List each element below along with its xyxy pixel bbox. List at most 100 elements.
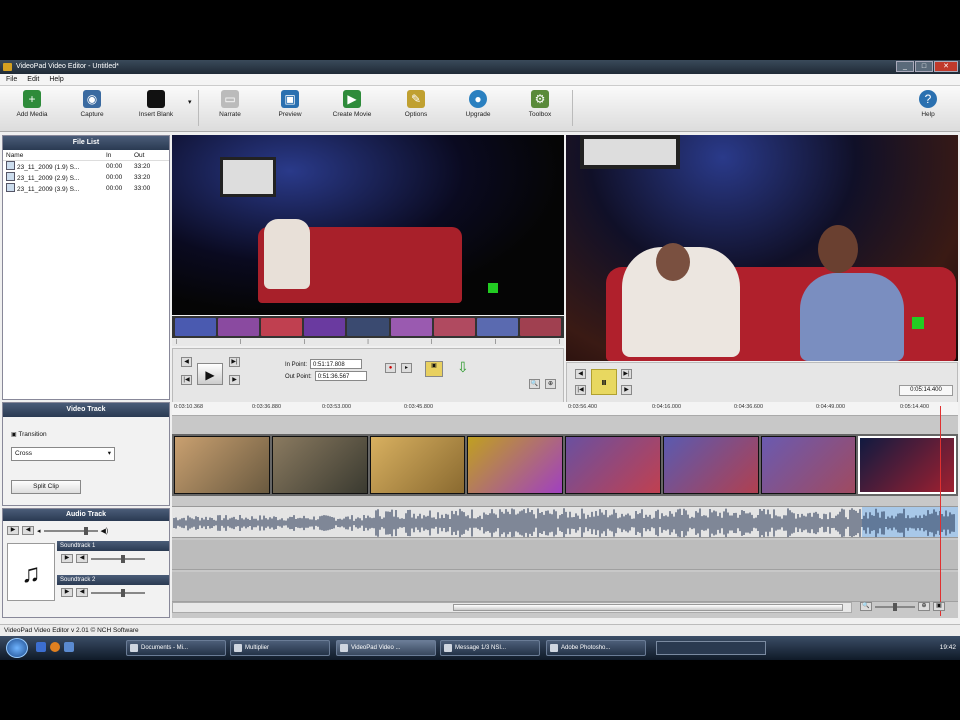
video-clip[interactable] <box>369 436 466 494</box>
timeline-scrollbar[interactable] <box>172 602 852 613</box>
sequence-play-button[interactable]: ⏸ <box>591 369 617 395</box>
film-plus-icon: + <box>23 90 41 108</box>
quicklaunch-icon[interactable] <box>64 642 74 652</box>
sequence-next-button[interactable]: ▶| <box>621 369 632 379</box>
column-out[interactable]: Out <box>134 150 144 160</box>
music-note-icon: ♫ <box>7 543 55 601</box>
camera-icon: ◉ <box>83 90 101 108</box>
zoom-fit-button[interactable]: ▣ <box>933 602 945 611</box>
file-row[interactable]: 23_11_2009 (3.9) S... 00:00 33:00 <box>3 183 169 194</box>
set-tv-screen <box>580 135 680 169</box>
taskbar-item[interactable]: Adobe Photosho... <box>546 640 646 656</box>
soundtrack-1-solo-button[interactable]: ▶ <box>61 554 73 563</box>
clip-start-button[interactable]: ◀ <box>181 357 192 367</box>
start-button[interactable] <box>6 638 28 658</box>
clip-end-button[interactable]: ▶ <box>229 375 240 385</box>
timeline-playhead[interactable] <box>940 406 941 616</box>
quicklaunch-icon[interactable] <box>50 642 60 652</box>
help-button[interactable]: ? Help <box>900 90 956 118</box>
menu-help[interactable]: Help <box>49 74 63 85</box>
sequence-prev-button[interactable]: |◀ <box>575 385 586 395</box>
clip-play-button[interactable]: ▶ <box>197 363 223 385</box>
audio-solo-button[interactable]: ▶ <box>7 526 19 535</box>
video-clip[interactable] <box>662 436 759 494</box>
video-track-clips[interactable] <box>172 434 958 496</box>
split-clip-button[interactable]: Split Clip <box>11 480 81 494</box>
taskbar-item[interactable]: Multiplier <box>230 640 330 656</box>
menu-edit[interactable]: Edit <box>27 74 39 85</box>
create-movie-button[interactable]: ▶ Create Movie <box>324 90 380 118</box>
close-button[interactable]: ✕ <box>934 61 958 72</box>
audio-volume-slider[interactable] <box>43 526 98 535</box>
audio-waveform-track[interactable] <box>172 506 958 538</box>
audio-track-controls: ▶ ◀ ◂ ◀) <box>7 526 108 535</box>
soundtrack-1-track[interactable] <box>172 540 958 570</box>
set-in-point-button[interactable]: ● <box>385 363 396 373</box>
volume-high-icon: ◀) <box>100 527 109 535</box>
film-reel-icon: ▶ <box>343 90 361 108</box>
clip-prev-frame-button[interactable]: |◀ <box>181 375 192 385</box>
column-name[interactable]: Name <box>6 150 106 160</box>
sequence-end-button[interactable]: ▶ <box>621 385 632 395</box>
soundtrack-2-label: Soundtrack 2 <box>57 575 169 585</box>
soundtrack-2-controls: ▶ ◀ <box>61 588 145 597</box>
video-clip[interactable] <box>271 436 368 494</box>
snapshot-button[interactable]: ▣ <box>425 361 443 377</box>
add-to-sequence-icon[interactable]: ⇩ <box>457 359 469 376</box>
globe-icon: ● <box>469 90 487 108</box>
soundtrack-2-solo-button[interactable]: ▶ <box>61 588 73 597</box>
media-player-mini[interactable] <box>656 641 766 655</box>
soundtrack-2-mute-button[interactable]: ◀ <box>76 588 88 597</box>
audio-mute-button[interactable]: ◀ <box>22 526 34 535</box>
preview-button[interactable]: ▣ Preview <box>262 90 318 118</box>
timeline-zoom-controls: 🔍 ⊕ ▣ <box>860 602 945 611</box>
zoom-in-button[interactable]: ⊕ <box>918 602 930 611</box>
file-row[interactable]: 23_11_2009 (1.9) S... 00:00 33:20 <box>3 161 169 172</box>
out-point-field[interactable]: 0:51:36.567 <box>314 371 367 381</box>
narrate-button[interactable]: ▭ Narrate <box>202 90 258 118</box>
clip-zoom-in-button[interactable]: ⊕ <box>545 379 556 389</box>
insert-blank-button[interactable]: Insert Blank <box>128 90 184 118</box>
insert-blank-dropdown-icon[interactable]: ▾ <box>188 98 192 106</box>
clip-filmstrip[interactable] <box>172 316 564 338</box>
soundtrack-2-track[interactable] <box>172 572 958 602</box>
set-out-point-button[interactable]: ▸ <box>401 363 412 373</box>
soundtrack-2-volume-slider[interactable] <box>91 588 145 597</box>
soundtrack-1-volume-slider[interactable] <box>91 554 145 563</box>
add-media-button[interactable]: + Add Media <box>4 90 60 118</box>
toolbox-button[interactable]: ⚙ Toolbox <box>512 90 568 118</box>
capture-button[interactable]: ◉ Capture <box>64 90 120 118</box>
column-in[interactable]: In <box>106 150 134 160</box>
in-point-field[interactable]: 0:51:17.808 <box>310 359 363 369</box>
clip-mini-ruler: | | | | | | | <box>172 338 564 346</box>
video-clip-selected[interactable] <box>858 436 956 494</box>
sequence-preview[interactable] <box>566 135 958 361</box>
timeline-ruler[interactable]: 0:03:10.368 0:03:36.880 0:03:53.000 0:03… <box>172 402 958 416</box>
file-row[interactable]: 23_11_2009 (2.9) S... 00:00 33:20 <box>3 172 169 183</box>
in-point-row: In Point: 0:51:17.808 <box>285 359 363 370</box>
zoom-out-button[interactable]: 🔍 <box>860 602 872 611</box>
video-clip[interactable] <box>174 436 270 494</box>
man-blue-shirt <box>800 273 904 361</box>
soundtrack-1-mute-button[interactable]: ◀ <box>76 554 88 563</box>
transition-select[interactable]: Cross <box>11 447 115 461</box>
scrollbar-thumb[interactable] <box>453 604 843 611</box>
timeline-zoom-slider[interactable] <box>875 602 915 611</box>
clip-zoom-button[interactable]: 🔍 <box>529 379 540 389</box>
clip-next-frame-button[interactable]: ▶| <box>229 357 240 367</box>
upgrade-button[interactable]: ● Upgrade <box>450 90 506 118</box>
options-button[interactable]: ✎ Options <box>388 90 444 118</box>
menu-file[interactable]: File <box>6 74 17 85</box>
taskbar-item[interactable]: Message 1/3 NSI... <box>440 640 540 656</box>
sequence-timecode: 0:05:14.400 <box>899 385 953 396</box>
clip-preview[interactable] <box>172 135 564 315</box>
maximize-button[interactable]: □ <box>915 61 933 72</box>
taskbar-item-active[interactable]: VideoPad Video ... <box>336 640 436 656</box>
quicklaunch-icon[interactable] <box>36 642 46 652</box>
video-clip[interactable] <box>467 436 563 494</box>
video-clip[interactable] <box>760 436 857 494</box>
taskbar-item[interactable]: Documents - Mi... <box>126 640 226 656</box>
video-clip[interactable] <box>565 436 661 494</box>
sequence-start-button[interactable]: ◀ <box>575 369 586 379</box>
minimize-button[interactable]: _ <box>896 61 914 72</box>
